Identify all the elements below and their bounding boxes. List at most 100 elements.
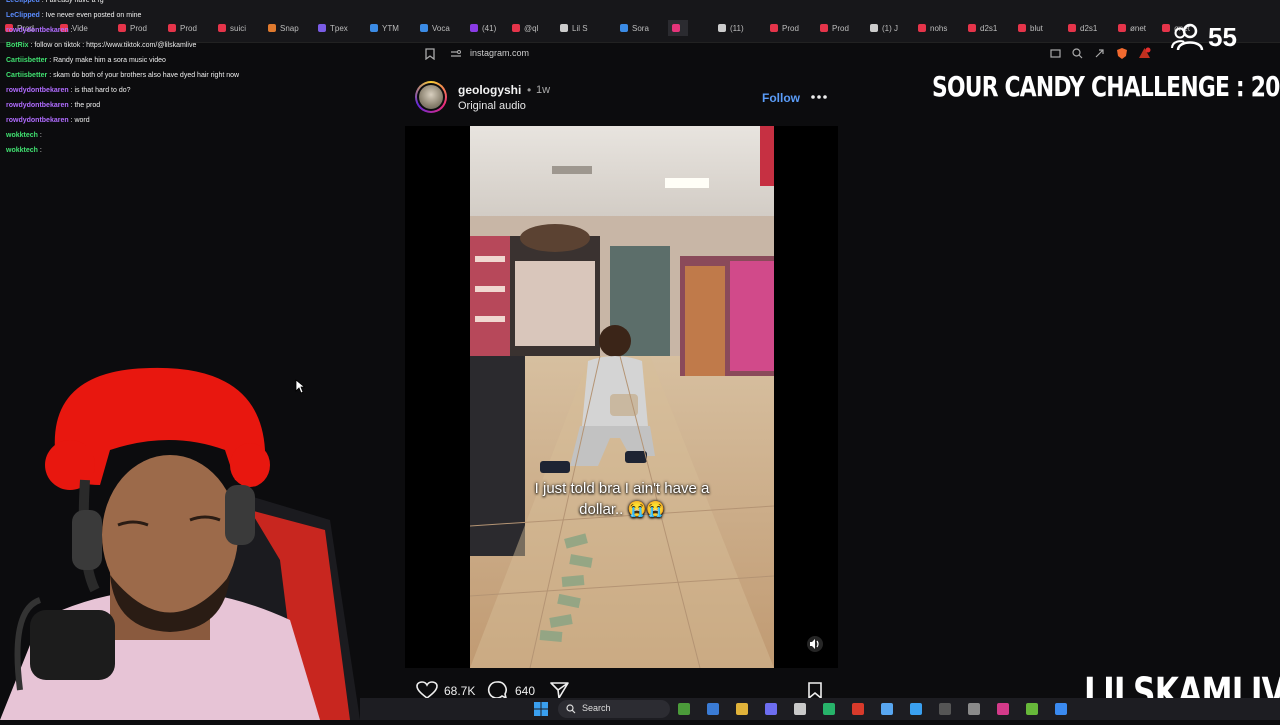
chat-text: : is that hard to do? (70, 87, 131, 94)
browser-tab[interactable]: @ql (512, 20, 538, 36)
tab-label: (11) (730, 23, 744, 33)
share-icon[interactable] (550, 682, 569, 699)
tab-favicon-icon (370, 24, 378, 32)
chat-username[interactable]: wokktech (6, 132, 38, 139)
viewers-icon (1171, 23, 1204, 51)
zoom-icon[interactable] (1072, 48, 1083, 59)
share-icon[interactable] (1094, 48, 1105, 59)
taskbar-app-icon[interactable] (881, 703, 893, 715)
rewards-icon[interactable] (1138, 47, 1151, 60)
save-icon[interactable] (808, 682, 822, 699)
taskbar-app-icon[interactable] (910, 703, 922, 715)
browser-tab[interactable]: nohs (918, 20, 947, 36)
chat-username[interactable]: LeClipped (6, 0, 40, 4)
taskbar-app-icon[interactable] (794, 703, 806, 715)
taskbar-app-icon[interactable] (968, 703, 980, 715)
tab-favicon-icon (512, 24, 520, 32)
chat-username[interactable]: Cartiisbetter (6, 72, 47, 79)
browser-tab[interactable]: (1) J (870, 20, 898, 36)
browser-tab[interactable]: blut (1018, 20, 1043, 36)
tab-label: (1) J (882, 23, 898, 33)
tab-favicon-icon (918, 24, 926, 32)
browser-tab[interactable]: d2s1 (1068, 20, 1097, 36)
tab-favicon-icon (470, 24, 478, 32)
chat-text: : skam do both of your brothers also hav… (49, 72, 240, 79)
volume-icon[interactable] (806, 636, 824, 652)
tab-label: @ql (524, 23, 539, 33)
chat-username[interactable]: BotRix (6, 42, 29, 49)
webcam-feed (0, 360, 370, 720)
browser-tab[interactable]: (41) (470, 20, 496, 36)
taskbar-app-icon[interactable] (852, 703, 864, 715)
dot-separator: • (527, 83, 532, 97)
viewer-count-widget: 55 (1168, 20, 1280, 56)
mouse-cursor-icon (295, 379, 305, 394)
caption-line-1: I just told bra I ain't have a (534, 480, 710, 497)
chat-username[interactable]: LeClipped (6, 12, 40, 19)
taskbar-app-icon[interactable] (823, 703, 835, 715)
taskbar-app-icon[interactable] (678, 703, 690, 715)
browser-tab[interactable]: Tpex (318, 20, 348, 36)
stream-chat-overlay: LeClipped : I already have a rg LeClipped… (0, 0, 300, 170)
tab-favicon-icon (1068, 24, 1076, 32)
chat-message: wokktech : (6, 146, 42, 155)
comment-count: 640 (515, 684, 536, 698)
tab-label: d2s1 (980, 23, 998, 33)
taskbar-app-icon[interactable] (1055, 703, 1067, 715)
chat-username[interactable]: rowdydontbekaren (6, 117, 69, 124)
chat-username[interactable]: Cartiisbetter (6, 57, 47, 64)
caption-line-2: dollar.. 😭😭 (579, 501, 665, 518)
bookmark-icon[interactable] (425, 48, 435, 60)
tab-favicon-icon (718, 24, 726, 32)
taskbar-app-icon[interactable] (736, 703, 748, 715)
chat-username[interactable]: wokktech (6, 147, 38, 154)
browser-tab[interactable]: (11) (718, 20, 744, 36)
taskbar-app-icon[interactable] (939, 703, 951, 715)
audio-label[interactable]: Original audio (458, 100, 526, 112)
tab-favicon-icon (1018, 24, 1026, 32)
chat-text: : (39, 147, 42, 154)
chat-text: : I already have a rg (41, 0, 104, 4)
cast-icon[interactable] (1050, 49, 1061, 59)
tab-label: Prod (832, 23, 849, 33)
taskbar-app-icon[interactable] (765, 703, 777, 715)
challenge-banner: SOUR CANDY CHALLENGE : 203/250 (932, 70, 1280, 104)
chat-message: LeClipped : Ive never even posted on min… (6, 11, 141, 20)
avatar[interactable] (415, 81, 447, 113)
browser-tab[interactable]: d2s1 (968, 20, 997, 36)
tab-favicon-icon (620, 24, 628, 32)
chat-text: : Ive never even posted on mine (41, 12, 142, 19)
tab-label: d2s1 (1080, 23, 1098, 33)
taskbar-app-icon[interactable] (997, 703, 1009, 715)
address-bar[interactable]: instagram.com (410, 44, 1170, 64)
taskbar-app-icon[interactable] (707, 703, 719, 715)
tab-label: YTM (382, 23, 399, 33)
browser-tab[interactable]: Prod (770, 20, 799, 36)
tab-label: nohs (930, 23, 948, 33)
chat-username[interactable]: rowdydontbekaren (6, 87, 69, 94)
windows-start-icon[interactable] (534, 702, 548, 716)
browser-tab[interactable]: YTM (370, 20, 399, 36)
browser-tab[interactable]: Lil S (560, 20, 588, 36)
video-content[interactable]: I just told bra I ain't have a dollar.. … (470, 126, 774, 668)
tab-label: ønet (1130, 23, 1147, 33)
brave-shield-icon[interactable] (1116, 47, 1128, 60)
browser-tab[interactable] (668, 20, 688, 36)
browser-tab[interactable]: Prod (820, 20, 849, 36)
url-text[interactable]: instagram.com (470, 48, 529, 58)
chat-message: Cartiisbetter : Randy make him a sora mu… (6, 56, 166, 65)
site-info-icon[interactable] (450, 49, 462, 59)
follow-button[interactable]: Follow (762, 91, 800, 105)
browser-tab[interactable]: Voca (420, 20, 450, 36)
post-header: geologyshi • 1w Original audio Follow (410, 78, 838, 118)
chat-message: Cartiisbetter : skam do both of your bro… (6, 71, 239, 80)
taskbar-search[interactable]: Search (558, 700, 670, 718)
post-username[interactable]: geologyshi (458, 83, 521, 97)
tab-label: Lil S (572, 23, 588, 33)
chat-username[interactable]: rowdydontbekaren (6, 102, 69, 109)
taskbar-app-icon[interactable] (1026, 703, 1038, 715)
more-options-icon[interactable] (810, 94, 828, 100)
browser-tab[interactable]: Sora (620, 20, 649, 36)
chat-username[interactable]: rowdydontbekaren (6, 27, 69, 34)
browser-tab[interactable]: ønet (1118, 20, 1146, 36)
